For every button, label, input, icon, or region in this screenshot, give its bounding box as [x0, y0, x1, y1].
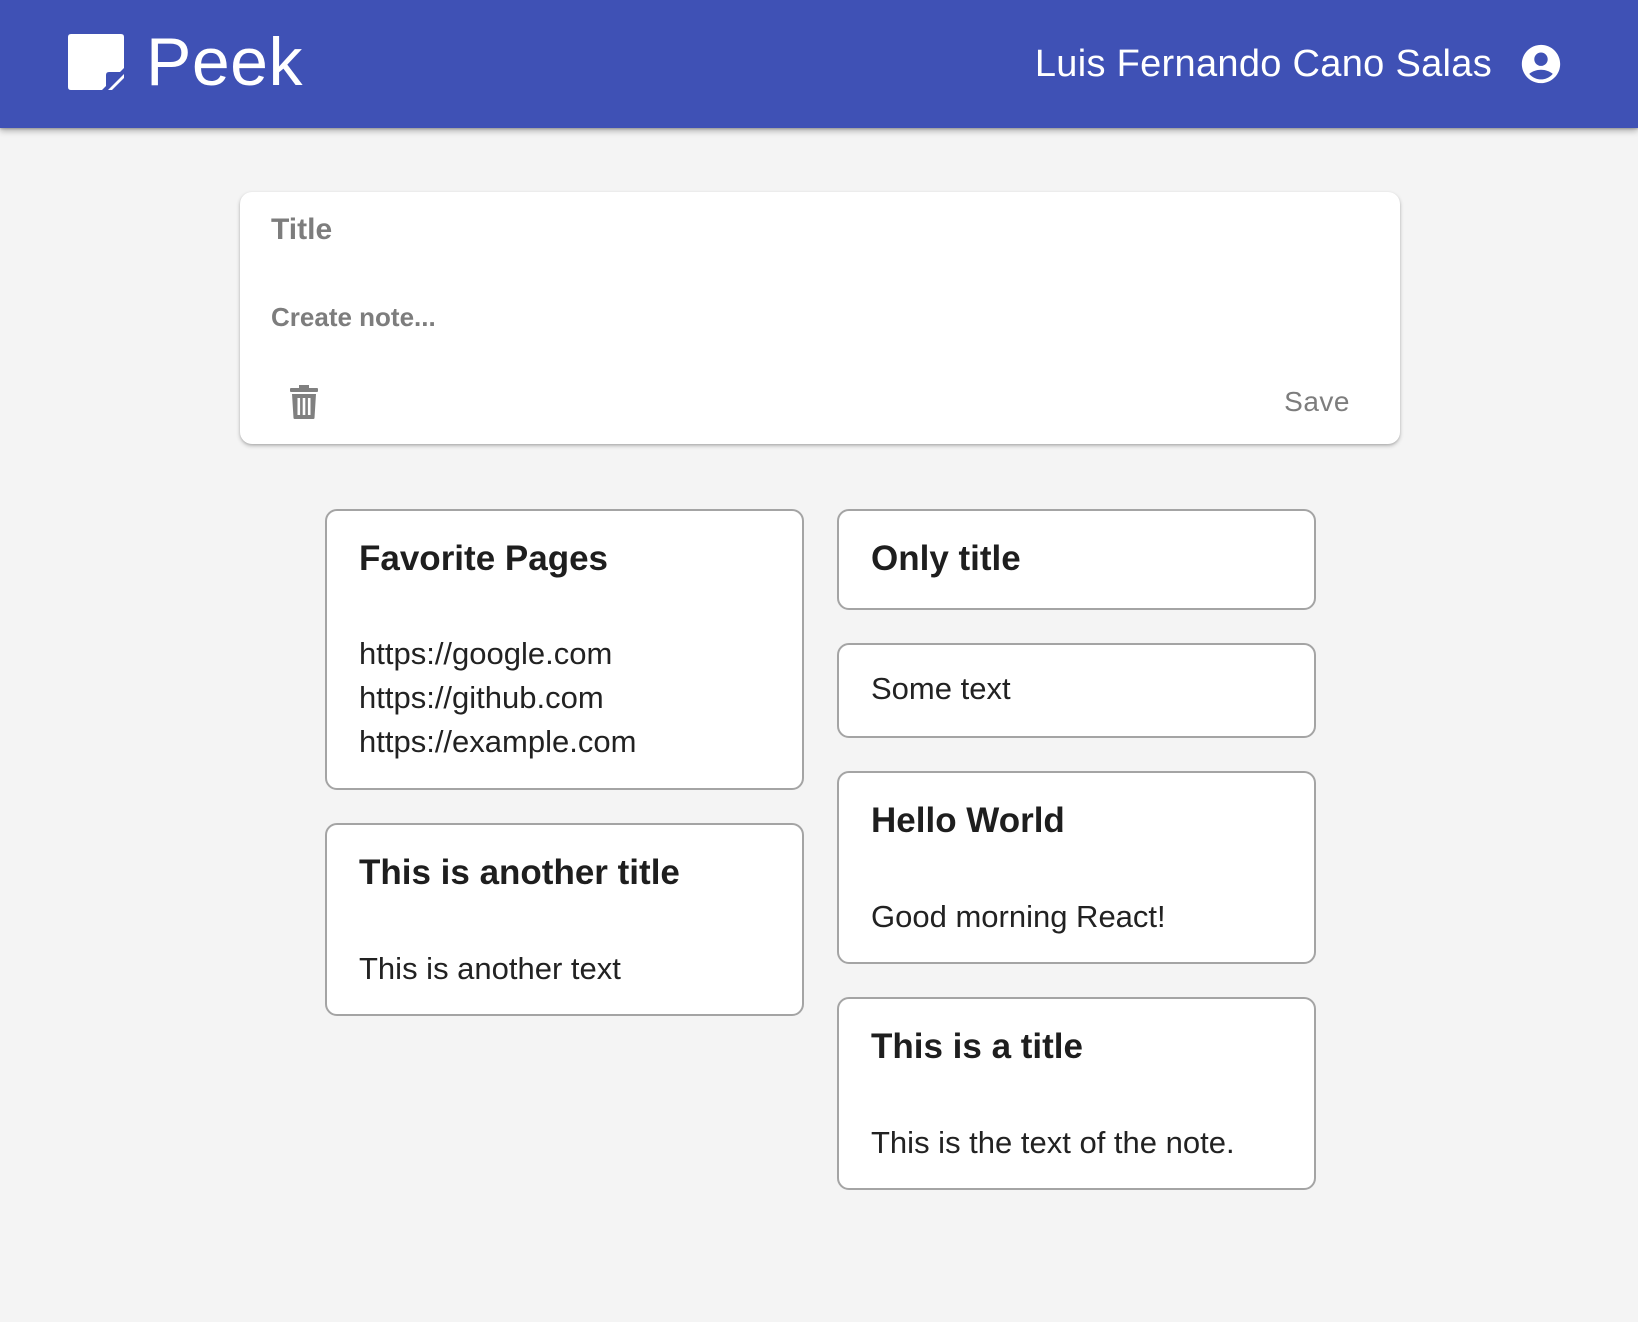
note-title: Only title [871, 539, 1021, 578]
note-card[interactable]: This is another title This is another te… [325, 823, 804, 1016]
note-card[interactable]: Only title [837, 509, 1316, 610]
note-text-input[interactable] [271, 302, 1351, 344]
note-card[interactable]: Favorite Pages https://google.com https:… [325, 509, 804, 790]
note-card[interactable]: This is a title This is the text of the … [837, 997, 1316, 1190]
note-title-input[interactable] [271, 208, 1351, 252]
note-title: Hello World [871, 801, 1065, 840]
save-button[interactable]: Save [1284, 382, 1350, 422]
note-composer: Save [240, 192, 1400, 444]
user-name: Luis Fernando Cano Salas [1034, 42, 1492, 85]
app-bar: Peek Luis Fernando Cano Salas [0, 0, 1638, 128]
note-title: Favorite Pages [359, 539, 608, 578]
user-menu[interactable]: Luis Fernando Cano Salas [1035, 38, 1564, 90]
note-text: This is the text of the note. [871, 1125, 1235, 1160]
trash-icon [290, 385, 318, 419]
note-title: This is another title [359, 853, 680, 892]
delete-button[interactable] [284, 382, 324, 422]
note-text: Some text [871, 671, 1011, 706]
account-circle-icon[interactable] [1518, 41, 1564, 87]
note-text: This is another text [359, 951, 621, 986]
sticky-note-icon [68, 34, 124, 90]
note-text: Good morning React! [871, 899, 1166, 934]
note-title: This is a title [871, 1027, 1083, 1066]
app-name: Peek [146, 24, 303, 100]
note-card[interactable]: Some text [837, 643, 1316, 738]
note-text: https://google.com https://github.com ht… [359, 636, 637, 759]
brand[interactable]: Peek [68, 28, 303, 96]
note-card[interactable]: Hello World Good morning React! [837, 771, 1316, 964]
